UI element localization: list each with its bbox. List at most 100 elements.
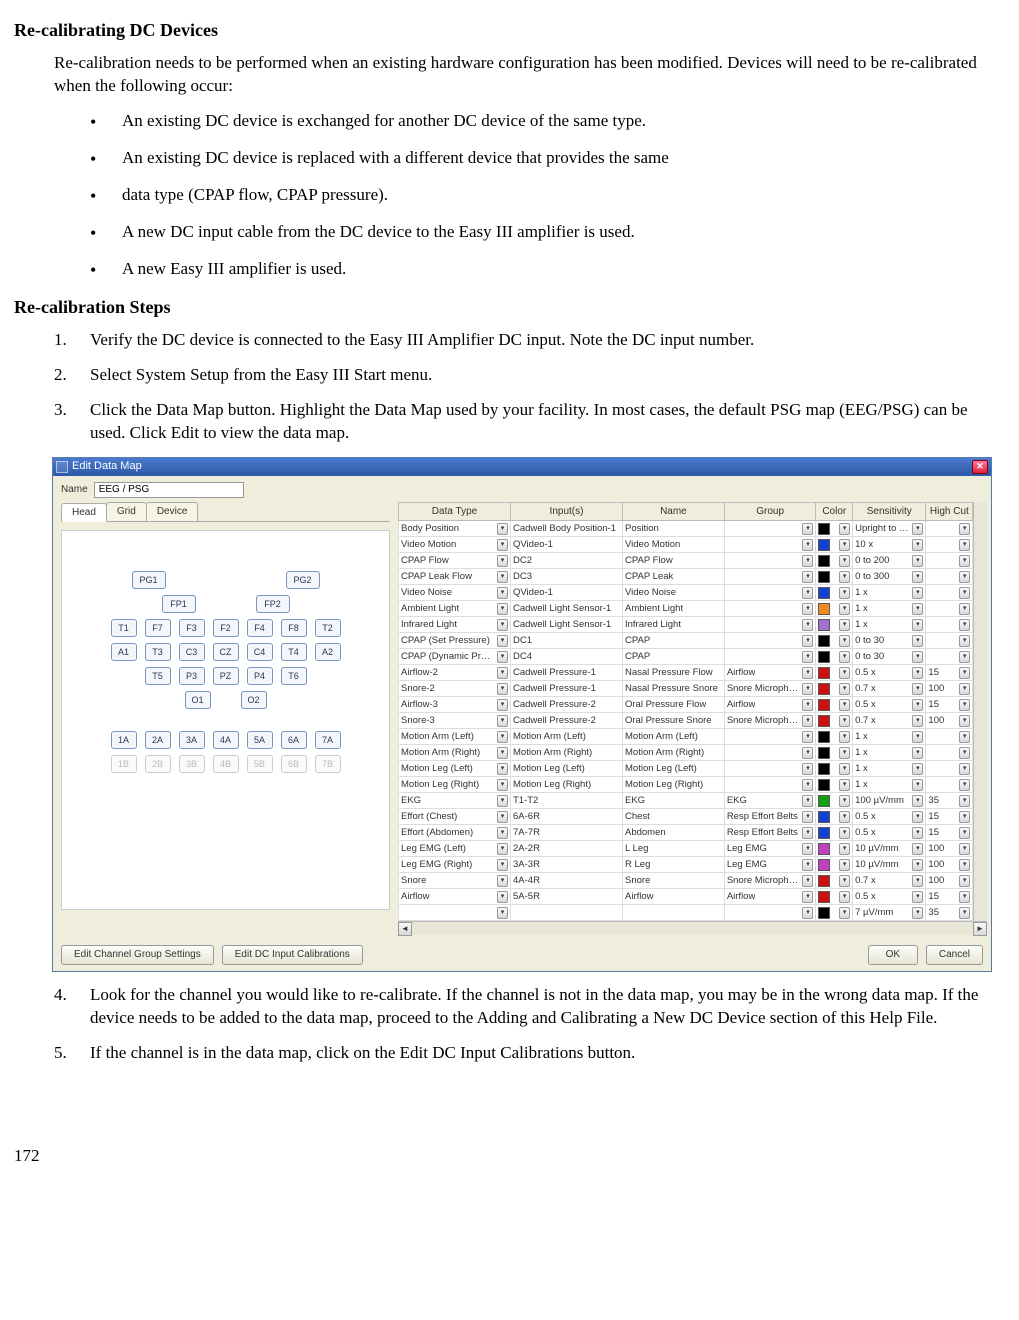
table-cell[interactable]: Motion Leg (Left)▾ <box>399 761 511 777</box>
table-row[interactable]: Leg EMG (Right)▾3A-3RR LegLeg EMG▾▾10 µV… <box>399 857 973 873</box>
chevron-down-icon[interactable]: ▾ <box>959 635 970 647</box>
table-row[interactable]: Video Noise▾QVideo-1Video Noise▾▾1 x▾▾ <box>399 585 973 601</box>
table-row[interactable]: Ambient Light▾Cadwell Light Sensor-1Ambi… <box>399 601 973 617</box>
table-cell[interactable]: ▾ <box>926 649 973 665</box>
chevron-down-icon[interactable]: ▾ <box>912 523 923 535</box>
chevron-down-icon[interactable]: ▾ <box>959 843 970 855</box>
table-cell[interactable]: Snore Microphone▾ <box>724 713 816 729</box>
chevron-down-icon[interactable]: ▾ <box>912 587 923 599</box>
electrode[interactable]: 5B <box>247 755 273 773</box>
table-cell[interactable]: Cadwell Pressure-2 <box>511 697 623 713</box>
table-cell[interactable]: 100▾ <box>926 873 973 889</box>
table-cell[interactable]: 10 µV/mm▾ <box>853 841 926 857</box>
chevron-down-icon[interactable]: ▾ <box>802 859 813 871</box>
table-cell[interactable]: ▾ <box>724 521 816 537</box>
table-cell[interactable]: Position <box>623 521 725 537</box>
chevron-down-icon[interactable]: ▾ <box>959 859 970 871</box>
table-cell[interactable]: ▾ <box>926 553 973 569</box>
table-cell[interactable]: Effort (Chest)▾ <box>399 809 511 825</box>
table-cell[interactable]: 0.7 x▾ <box>853 873 926 889</box>
edit-channel-group-settings-button[interactable]: Edit Channel Group Settings <box>61 945 214 965</box>
chevron-down-icon[interactable]: ▾ <box>959 603 970 615</box>
chevron-down-icon[interactable]: ▾ <box>959 795 970 807</box>
table-cell[interactable]: Upright to Left▾ <box>853 521 926 537</box>
table-cell[interactable]: L Leg <box>623 841 725 857</box>
chevron-down-icon[interactable]: ▾ <box>959 683 970 695</box>
electrode[interactable]: T6 <box>281 667 307 685</box>
color-cell[interactable]: ▾ <box>816 633 853 649</box>
table-cell[interactable]: CPAP <box>623 633 725 649</box>
chevron-down-icon[interactable]: ▾ <box>802 779 813 791</box>
chevron-down-icon[interactable]: ▾ <box>912 907 923 919</box>
electrode[interactable]: FP2 <box>256 595 290 613</box>
chevron-down-icon[interactable]: ▾ <box>497 875 508 887</box>
electrode[interactable]: O2 <box>241 691 267 709</box>
table-cell[interactable]: Motion Arm (Right)▾ <box>399 745 511 761</box>
chevron-down-icon[interactable]: ▾ <box>802 827 813 839</box>
color-cell[interactable]: ▾ <box>816 745 853 761</box>
table-cell[interactable]: ▾ <box>724 745 816 761</box>
table-cell[interactable]: R Leg <box>623 857 725 873</box>
table-cell[interactable]: 0 to 200▾ <box>853 553 926 569</box>
chevron-down-icon[interactable]: ▾ <box>959 779 970 791</box>
table-cell[interactable]: ▾ <box>926 585 973 601</box>
chevron-down-icon[interactable]: ▾ <box>959 651 970 663</box>
table-cell[interactable]: CPAP <box>623 649 725 665</box>
chevron-down-icon[interactable]: ▾ <box>912 619 923 631</box>
chevron-down-icon[interactable]: ▾ <box>839 587 850 599</box>
chevron-down-icon[interactable]: ▾ <box>912 715 923 727</box>
table-cell[interactable]: 1 x▾ <box>853 777 926 793</box>
chevron-down-icon[interactable]: ▾ <box>802 523 813 535</box>
chevron-down-icon[interactable]: ▾ <box>802 907 813 919</box>
color-cell[interactable]: ▾ <box>816 873 853 889</box>
electrode[interactable]: T1 <box>111 619 137 637</box>
chevron-down-icon[interactable]: ▾ <box>839 875 850 887</box>
table-cell[interactable]: ▾ <box>926 745 973 761</box>
table-cell[interactable]: Motion Leg (Right)▾ <box>399 777 511 793</box>
chevron-down-icon[interactable]: ▾ <box>959 891 970 903</box>
chevron-down-icon[interactable]: ▾ <box>912 843 923 855</box>
chevron-down-icon[interactable]: ▾ <box>839 795 850 807</box>
table-cell[interactable]: ▾ <box>926 777 973 793</box>
electrode[interactable]: PG1 <box>132 571 166 589</box>
chevron-down-icon[interactable]: ▾ <box>802 699 813 711</box>
color-cell[interactable]: ▾ <box>816 841 853 857</box>
chevron-down-icon[interactable]: ▾ <box>912 683 923 695</box>
chevron-down-icon[interactable]: ▾ <box>912 875 923 887</box>
table-row[interactable]: Snore-2▾Cadwell Pressure-1Nasal Pressure… <box>399 681 973 697</box>
chevron-down-icon[interactable]: ▾ <box>497 619 508 631</box>
color-cell[interactable]: ▾ <box>816 569 853 585</box>
table-row[interactable]: CPAP (Set Pressure)▾DC1CPAP▾▾0 to 30▾▾ <box>399 633 973 649</box>
chevron-down-icon[interactable]: ▾ <box>912 571 923 583</box>
electrode[interactable]: F8 <box>281 619 307 637</box>
table-cell[interactable]: 1 x▾ <box>853 761 926 777</box>
chevron-down-icon[interactable]: ▾ <box>497 811 508 823</box>
table-cell[interactable]: ▾ <box>724 553 816 569</box>
table-cell[interactable]: 100▾ <box>926 841 973 857</box>
table-cell[interactable]: Motion Arm (Left)▾ <box>399 729 511 745</box>
column-header[interactable]: Group <box>724 502 816 521</box>
table-cell[interactable]: Ambient Light <box>623 601 725 617</box>
table-cell[interactable]: ▾ <box>724 729 816 745</box>
chevron-down-icon[interactable]: ▾ <box>497 539 508 551</box>
electrode[interactable]: A1 <box>111 643 137 661</box>
table-cell[interactable]: Snore <box>623 873 725 889</box>
table-cell[interactable] <box>623 905 725 921</box>
chevron-down-icon[interactable]: ▾ <box>912 555 923 567</box>
table-cell[interactable]: Cadwell Pressure-1 <box>511 681 623 697</box>
chevron-down-icon[interactable]: ▾ <box>839 635 850 647</box>
vertical-scrollbar[interactable] <box>973 502 987 922</box>
color-cell[interactable]: ▾ <box>816 537 853 553</box>
table-cell[interactable]: Motion Arm (Left) <box>511 729 623 745</box>
table-cell[interactable]: 100 µV/mm▾ <box>853 793 926 809</box>
table-cell[interactable]: Leg EMG▾ <box>724 857 816 873</box>
chevron-down-icon[interactable]: ▾ <box>497 571 508 583</box>
color-cell[interactable]: ▾ <box>816 697 853 713</box>
chevron-down-icon[interactable]: ▾ <box>802 603 813 615</box>
chevron-down-icon[interactable]: ▾ <box>802 763 813 775</box>
chevron-down-icon[interactable]: ▾ <box>497 555 508 567</box>
color-cell[interactable]: ▾ <box>816 649 853 665</box>
table-cell[interactable]: Motion Arm (Left) <box>623 729 725 745</box>
table-cell[interactable]: EKG <box>623 793 725 809</box>
table-cell[interactable]: Infrared Light▾ <box>399 617 511 633</box>
